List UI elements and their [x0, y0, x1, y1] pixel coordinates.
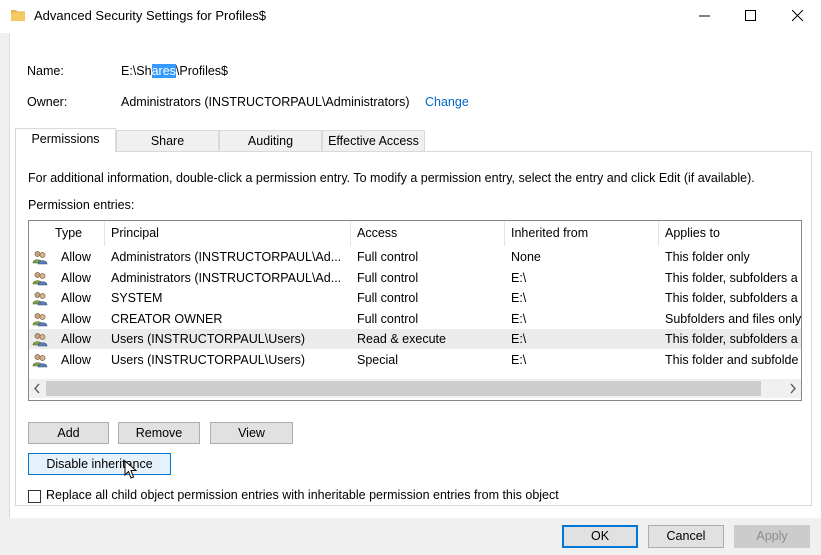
cell-type: Allow: [61, 270, 91, 285]
cell-applies: This folder, subfolders a: [665, 270, 798, 285]
title-bar: Advanced Security Settings for Profiles$: [0, 0, 821, 33]
scrollbar-thumb[interactable]: [46, 381, 761, 396]
maximize-button[interactable]: [728, 0, 774, 33]
column-header-applies-to[interactable]: Applies to: [659, 221, 801, 246]
name-label: Name:: [27, 64, 64, 78]
tab-effective-access[interactable]: Effective Access: [322, 130, 425, 151]
chevron-right-icon: [790, 383, 796, 394]
cell-access: Full control: [357, 311, 419, 326]
ok-button[interactable]: OK: [562, 525, 638, 548]
users-icon: [32, 312, 48, 326]
owner-label: Owner:: [27, 95, 68, 109]
name-value[interactable]: E:\Shares\Profiles$: [121, 64, 228, 78]
cell-access: Full control: [357, 291, 419, 305]
apply-button[interactable]: Apply: [734, 525, 810, 548]
name-value-selection: ares: [151, 64, 176, 78]
column-header-type[interactable]: Type: [49, 221, 105, 246]
permission-entry-row[interactable]: Allow SYSTEM Full control E:\ This folder, s…: [29, 288, 801, 308]
cell-inherited: None: [511, 250, 541, 264]
scroll-right-button[interactable]: [784, 379, 801, 398]
close-icon: [792, 10, 804, 22]
tab-permissions[interactable]: Permissions: [15, 128, 116, 152]
cell-access: Read & execute: [357, 332, 446, 346]
column-header-principal[interactable]: Principal: [105, 221, 351, 246]
cell-principal: Administrators (INSTRUCTORPAUL\Ad...: [111, 270, 342, 285]
maximize-icon: [745, 10, 756, 21]
cancel-button[interactable]: Cancel: [648, 525, 724, 548]
tab-share[interactable]: Share: [116, 130, 219, 151]
cell-applies: This folder only: [665, 250, 750, 264]
replace-child-permissions-label: Replace all child object permission entr…: [46, 488, 559, 502]
cell-inherited: E:\: [511, 311, 527, 326]
cell-access: Special: [357, 352, 398, 367]
cell-principal: Administrators (INSTRUCTORPAUL\Ad...: [111, 250, 342, 264]
cell-inherited: E:\: [511, 270, 527, 285]
dialog-content: Name: E:\Shares\Profiles$ Owner: Adminis…: [9, 33, 821, 518]
mouse-pointer-icon: [124, 460, 138, 479]
cell-applies: This folder, subfolders a: [665, 332, 798, 346]
users-icon: [32, 251, 48, 265]
cell-type: Allow: [61, 352, 91, 367]
cell-inherited: E:\: [511, 291, 527, 305]
permissions-panel: For additional information, double-click…: [15, 151, 812, 506]
cell-principal: SYSTEM: [111, 291, 163, 305]
cell-type: Allow: [61, 311, 91, 326]
minimize-icon: [699, 15, 710, 17]
users-icon: [32, 292, 48, 306]
permission-entries-label: Permission entries:: [28, 198, 135, 212]
users-icon: [32, 271, 48, 285]
users-icon: [32, 333, 48, 347]
cell-principal: Users (INSTRUCTORPAUL\Users): [111, 332, 305, 346]
cell-type: Allow: [61, 250, 91, 264]
scroll-left-button[interactable]: [29, 379, 46, 398]
users-icon: [32, 353, 48, 367]
replace-child-permissions-checkbox[interactable]: [28, 490, 41, 503]
cell-access: Full control: [357, 270, 419, 285]
cell-applies: This folder, subfolders a: [665, 291, 798, 305]
permission-entry-row[interactable]: Allow Users (INSTRUCTORPAUL\Users) Read & …: [29, 329, 801, 349]
folder-icon: [11, 10, 25, 21]
cell-type: Allow: [61, 332, 91, 346]
info-text: For additional information, double-click…: [28, 171, 755, 185]
cell-access: Full control: [357, 250, 419, 264]
permission-entry-row[interactable]: Allow CREATOR OWNER Full control E:\ Subfold…: [29, 309, 801, 329]
cell-inherited: E:\: [511, 332, 527, 346]
window-title: Advanced Security Settings for Profiles$: [34, 8, 266, 23]
list-header: Type Principal Access Inherited from App…: [29, 221, 801, 246]
tab-auditing[interactable]: Auditing: [219, 130, 322, 151]
column-header-access[interactable]: Access: [351, 221, 505, 246]
permission-entry-row[interactable]: Allow Administrators (INSTRUCTORPAUL\Ad..…: [29, 247, 801, 267]
add-button[interactable]: Add: [28, 422, 109, 444]
name-value-suffix: \Profiles$: [175, 64, 229, 78]
minimize-button[interactable]: [682, 0, 728, 33]
disable-inheritance-button[interactable]: Disable inheritance: [28, 453, 171, 475]
view-button[interactable]: View: [210, 422, 293, 444]
permission-entries-list[interactable]: Type Principal Access Inherited from App…: [28, 220, 802, 401]
chevron-left-icon: [34, 383, 40, 394]
permission-entry-row[interactable]: Allow Administrators (INSTRUCTORPAUL\Ad..…: [29, 268, 801, 288]
close-button[interactable]: [775, 0, 821, 33]
permission-entry-row[interactable]: Allow Users (INSTRUCTORPAUL\Users) Special…: [29, 350, 801, 370]
column-header-inherited-from[interactable]: Inherited from: [505, 221, 659, 246]
cell-applies: Subfolders and files only: [665, 311, 801, 326]
owner-value: Administrators (INSTRUCTORPAUL\Administr…: [121, 95, 410, 109]
cell-principal: Users (INSTRUCTORPAUL\Users): [111, 352, 305, 367]
horizontal-scrollbar[interactable]: [29, 379, 801, 398]
name-value-prefix: E:\Sh: [121, 64, 152, 78]
cell-inherited: E:\: [511, 352, 527, 367]
cell-principal: CREATOR OWNER: [111, 311, 223, 326]
cell-applies: This folder and subfolde: [665, 352, 799, 367]
remove-button[interactable]: Remove: [118, 422, 200, 444]
change-owner-link[interactable]: Change: [425, 95, 469, 109]
cell-type: Allow: [61, 291, 91, 305]
